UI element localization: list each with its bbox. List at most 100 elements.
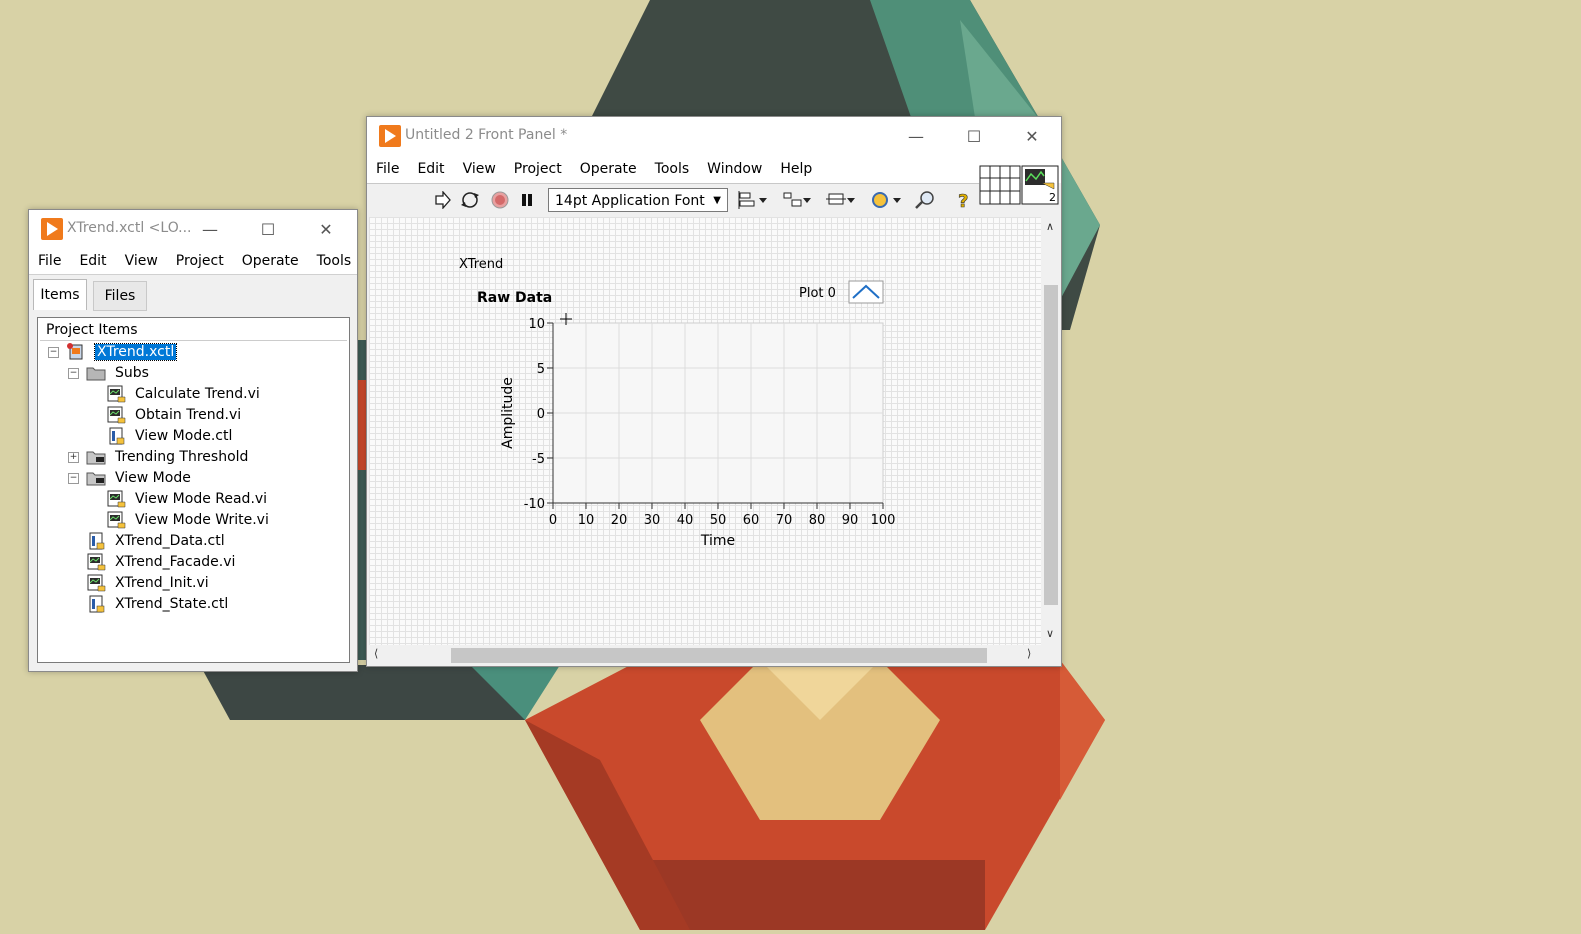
tree-item-label: XTrend_Facade.vi (115, 554, 236, 570)
close-icon[interactable]: ✕ (297, 210, 355, 248)
tree-item-label: View Mode (115, 470, 191, 486)
tree-item[interactable]: Trending Threshold (86, 447, 248, 467)
x-tick-label: 0 (549, 513, 557, 528)
run-continuous-icon[interactable] (459, 190, 481, 210)
vertical-scroll-thumb[interactable] (1044, 285, 1058, 605)
menu-edit[interactable]: Edit (70, 253, 115, 269)
ctl-icon (86, 532, 106, 550)
menu-help[interactable]: Help (771, 161, 821, 177)
tree-item[interactable]: Obtain Trend.vi (106, 405, 241, 425)
scroll-down-icon[interactable]: ∨ (1046, 627, 1054, 640)
pause-icon[interactable] (517, 190, 537, 210)
x-tick-label: 50 (710, 513, 727, 528)
menu-view[interactable]: View (116, 253, 167, 269)
project-menubar: File Edit View Project Operate Tools W (29, 248, 357, 275)
project-explorer-window: XTrend.xctl <LO... — ☐ ✕ File Edit View … (28, 209, 358, 672)
labview-app-icon (41, 218, 63, 240)
x-axis-label: Time (700, 533, 735, 549)
menu-tools[interactable]: Tools (646, 161, 699, 177)
tree-expander-icon[interactable]: − (48, 347, 59, 358)
tree-item[interactable]: Subs (86, 363, 149, 383)
x-tick-label: 40 (677, 513, 694, 528)
tree-expander-icon[interactable]: − (68, 473, 79, 484)
tree-item[interactable]: XTrend_Init.vi (86, 573, 209, 593)
legend-label: Plot 0 (799, 286, 836, 301)
folder-icon (86, 364, 106, 382)
project-window-titlebar[interactable]: XTrend.xctl <LO... — ☐ ✕ (29, 210, 357, 248)
tree-item-label: XTrend_Init.vi (115, 575, 209, 591)
menu-project[interactable]: Project (505, 161, 571, 177)
tree-item[interactable]: XTrend_Data.ctl (86, 531, 225, 551)
tree-item[interactable]: Calculate Trend.vi (106, 384, 260, 404)
tree-item-label: XTrend.xctl (93, 343, 178, 361)
scroll-right-icon[interactable]: ⟩ (1027, 647, 1031, 660)
vi-icon (106, 385, 126, 403)
chevron-down-icon: ▼ (713, 195, 721, 206)
reorder-icon[interactable] (871, 190, 903, 210)
tree-header: Project Items (40, 320, 347, 341)
front-panel-titlebar[interactable]: Untitled 2 Front Panel * — ☐ ✕ (367, 117, 1061, 155)
help-icon[interactable]: ? (953, 190, 975, 210)
connector-pane-icon[interactable]: 2 (979, 165, 1059, 205)
minimize-icon[interactable]: — (887, 117, 945, 155)
tree-expander-icon[interactable]: − (68, 368, 79, 379)
front-panel-canvas[interactable]: XTrend Raw Data Plot 0 0 10 20 30 40 50 60 70 80 90… (369, 217, 1041, 645)
tab-files[interactable]: Files (93, 281, 147, 311)
tree-item[interactable]: XTrend_State.ctl (86, 594, 228, 614)
labview-app-icon (379, 125, 401, 147)
legend-swatch (848, 280, 884, 304)
tree-item[interactable]: View Mode Read.vi (106, 489, 267, 509)
project-window-title: XTrend.xctl <LO... (67, 220, 192, 236)
waveform-chart[interactable]: Raw Data Plot 00 10 20 30 40 50 60 70 80 90 1001050… (459, 277, 929, 567)
run-arrow-icon[interactable] (431, 190, 453, 210)
align-objects-icon[interactable] (737, 190, 769, 210)
tree-item[interactable]: View Mode.ctl (106, 426, 232, 446)
x-tick-label: 60 (743, 513, 760, 528)
y-tick-label: 5 (537, 362, 545, 377)
menu-project[interactable]: Project (167, 253, 233, 269)
x-tick-label: 90 (842, 513, 859, 528)
ctl-icon (86, 595, 106, 613)
tree-item[interactable]: XTrend_Facade.vi (86, 552, 235, 572)
x-tick-label: 10 (578, 513, 595, 528)
x-tick-label: 70 (776, 513, 793, 528)
tree-item[interactable]: View Mode (86, 468, 191, 488)
menu-operate[interactable]: Operate (233, 253, 308, 269)
close-icon[interactable]: ✕ (1003, 117, 1061, 155)
property-folder-icon (86, 448, 106, 466)
menu-file[interactable]: File (29, 253, 70, 269)
svg-text:?: ? (958, 191, 968, 210)
maximize-icon[interactable]: ☐ (239, 210, 297, 248)
scroll-up-icon[interactable]: ∧ (1046, 220, 1054, 233)
tree-expander-icon[interactable]: + (68, 452, 79, 463)
y-tick-label: -10 (524, 497, 545, 512)
vi-icon (86, 553, 106, 571)
search-icon[interactable] (911, 190, 939, 210)
menu-window[interactable]: Window (698, 161, 771, 177)
vi-icon (106, 511, 126, 529)
y-tick-label: -5 (532, 452, 545, 467)
abort-icon[interactable] (489, 190, 511, 210)
tab-items[interactable]: Items (33, 279, 87, 310)
maximize-icon[interactable]: ☐ (945, 117, 1003, 155)
tree-item[interactable]: XTrend.xctl (66, 342, 178, 362)
horizontal-scroll-thumb[interactable] (451, 648, 987, 663)
resize-objects-icon[interactable] (825, 190, 857, 210)
menu-view[interactable]: View (454, 161, 505, 177)
menu-tools[interactable]: Tools (308, 253, 357, 269)
vertical-scrollbar[interactable]: ∧ ∨ (1042, 217, 1059, 645)
tree-item[interactable]: View Mode Write.vi (106, 510, 269, 530)
scroll-left-icon[interactable]: ⟨ (374, 647, 378, 660)
front-panel-menubar: File Edit View Project Operate Tools Win… (367, 155, 1061, 183)
tree-item-label: Trending Threshold (115, 449, 249, 465)
menu-edit[interactable]: Edit (408, 161, 453, 177)
menu-file[interactable]: File (367, 161, 408, 177)
minimize-icon[interactable]: — (181, 210, 239, 248)
control-label: XTrend (459, 257, 504, 272)
y-tick-label: 10 (528, 317, 545, 332)
font-select[interactable]: 14pt Application Font ▼ (548, 188, 728, 212)
distribute-objects-icon[interactable] (781, 190, 813, 210)
horizontal-scrollbar[interactable]: ⟨ ⟩ (369, 645, 1042, 665)
chart-title: Raw Data (477, 290, 552, 306)
menu-operate[interactable]: Operate (571, 161, 646, 177)
